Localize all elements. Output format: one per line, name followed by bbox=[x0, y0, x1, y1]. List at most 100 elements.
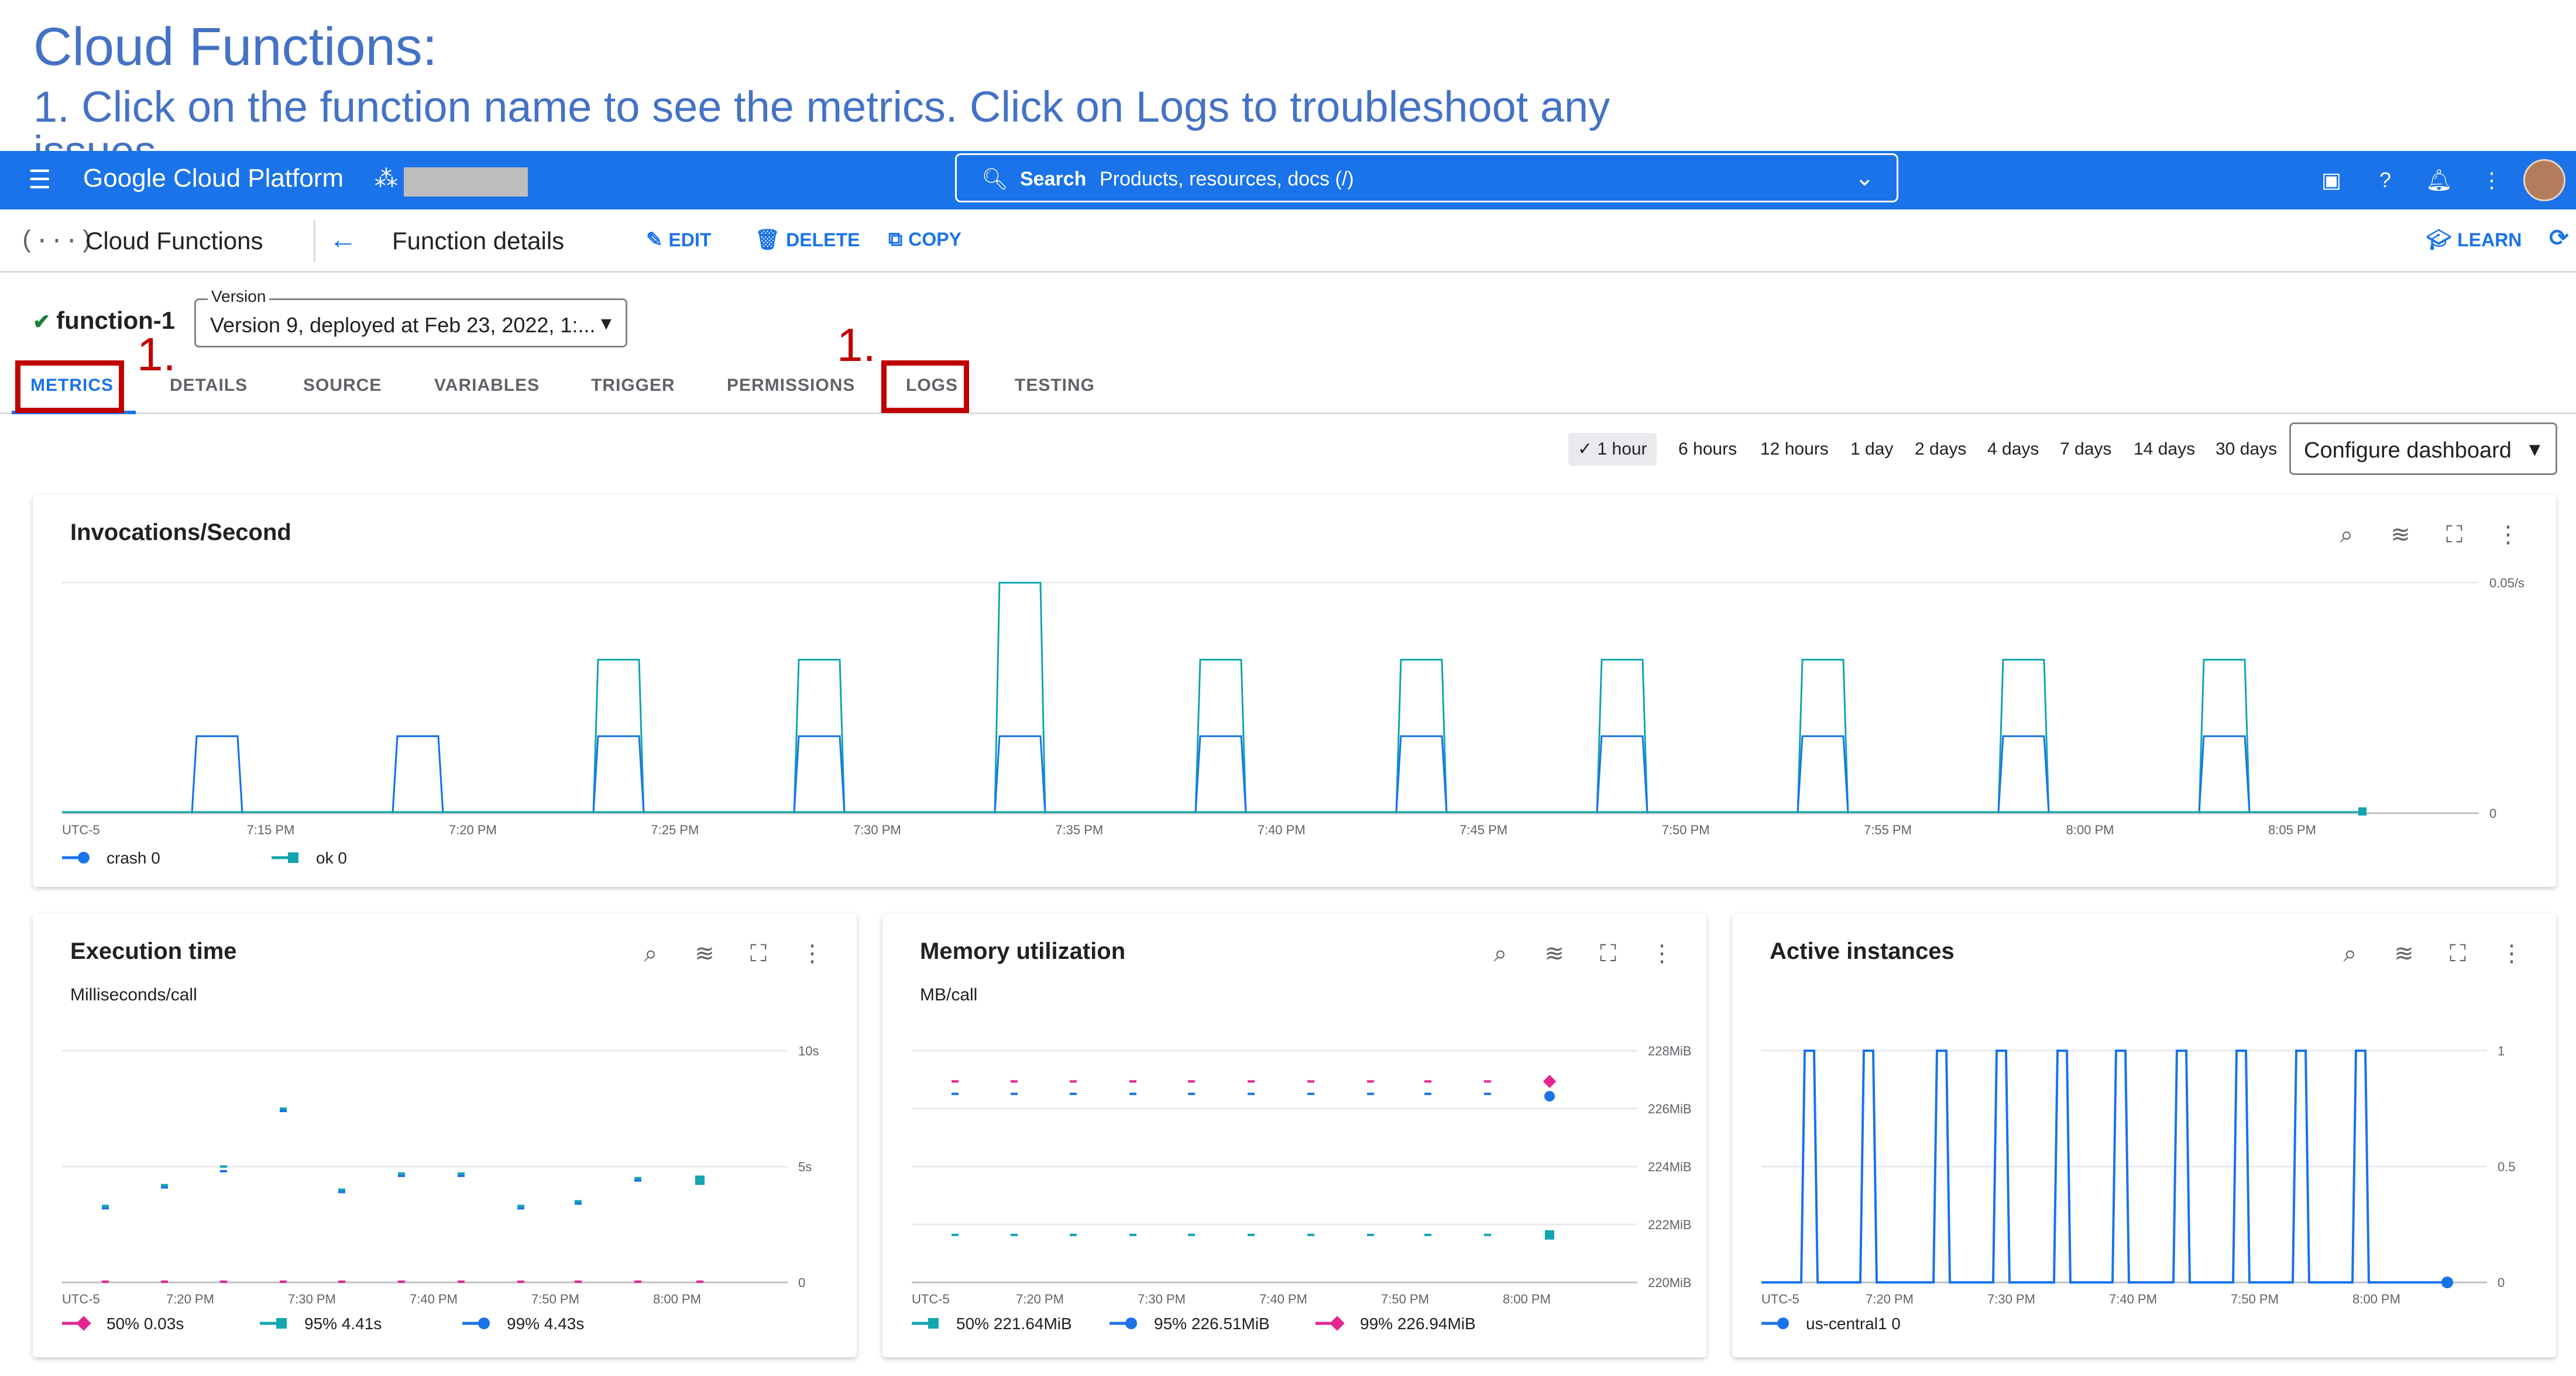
learn-label: LEARN bbox=[2457, 229, 2522, 250]
range-4-days[interactable]: 4 days bbox=[1978, 433, 2048, 466]
edit-label: EDIT bbox=[668, 229, 712, 250]
highlight-logs-box bbox=[881, 360, 969, 413]
gcp-top-bar: ☰ Google Cloud Platform ⁂ 🔍︎ Search Prod… bbox=[0, 151, 2576, 209]
crash-pulse bbox=[191, 735, 243, 814]
version-label: Version bbox=[208, 287, 270, 306]
crash-pulse bbox=[1596, 735, 1648, 814]
chart-card-invocations: Invocations/Second ⌕ ≋ ⛶ ⋮ 0.05/s 0 UTC-5 7… bbox=[33, 495, 2556, 887]
x-tick-label: 7:15 PM bbox=[246, 823, 294, 837]
slide-subtitle: 1. Click on the function name to see the… bbox=[33, 82, 1610, 131]
gcp-brand[interactable]: Google Cloud Platform bbox=[83, 164, 344, 193]
range-14-days[interactable]: 14 days bbox=[2124, 433, 2204, 466]
range-7-days[interactable]: 7 days bbox=[2051, 433, 2121, 466]
avatar[interactable] bbox=[2523, 159, 2565, 201]
x-tick-label: 7:20 PM bbox=[166, 1292, 214, 1306]
p95-point bbox=[695, 1175, 705, 1185]
legend-label: crash 0 bbox=[107, 849, 160, 867]
crash-pulse bbox=[391, 735, 444, 814]
cloud-shell-icon[interactable]: ▣ bbox=[2317, 166, 2345, 194]
x-tick-label: 7:20 PM bbox=[1866, 1292, 1914, 1306]
x-tick-label: 8:05 PM bbox=[2268, 823, 2316, 837]
project-selector-redacted[interactable] bbox=[404, 167, 528, 197]
tab-source[interactable]: SOURCE bbox=[303, 376, 382, 395]
crash-pulse bbox=[592, 735, 645, 814]
p99-point bbox=[1543, 1075, 1557, 1088]
x-tick-label: UTC-5 bbox=[912, 1292, 950, 1306]
chevron-down-icon[interactable]: ⌄ bbox=[1854, 164, 1874, 191]
chart-memory: 228MiB 226MiB 224MiB 222MiB 220MiB UTC-5 7:20 … bbox=[912, 1044, 1692, 1333]
range-1-hour[interactable]: ✓ 1 hour bbox=[1568, 433, 1657, 466]
legend-marker bbox=[1330, 1316, 1345, 1331]
annotation-metrics: 1. bbox=[137, 328, 176, 380]
range-label: 1 hour bbox=[1597, 439, 1647, 459]
y-tick-label: 0 bbox=[2489, 806, 2496, 821]
search-icon: 🔍︎ bbox=[981, 167, 1008, 191]
range-1-day[interactable]: 1 day bbox=[1841, 433, 1902, 466]
y-tick-label: 222MiB bbox=[1648, 1217, 1692, 1232]
chart-card-active-instances: Active instances ⌕ ≋ ⛶ ⋮ 1 0.5 0 UTC-5 7:20 … bbox=[1732, 914, 2556, 1357]
x-tick-label: 8:00 PM bbox=[653, 1292, 701, 1306]
configure-dashboard-select[interactable]: Configure dashboard ▾ bbox=[2289, 422, 2557, 475]
chart-invocations: 0.05/s 0 UTC-5 7:15 PM 7:20 PM 7:25 PM 7:30 PM… bbox=[62, 576, 2525, 867]
more-vert-icon[interactable]: ⋮ bbox=[2478, 166, 2506, 194]
legend-label: 50% 0.03s bbox=[107, 1315, 184, 1333]
divider bbox=[314, 220, 315, 262]
tab-permissions[interactable]: PERMISSIONS bbox=[727, 376, 855, 395]
x-tick-label: 7:45 PM bbox=[1459, 823, 1507, 837]
search-box[interactable]: 🔍︎ Search Products, resources, docs (/) … bbox=[955, 153, 1898, 202]
slide-title: Cloud Functions: bbox=[33, 17, 438, 77]
x-tick-label: 7:40 PM bbox=[1258, 823, 1306, 837]
y-tick-label: 226MiB bbox=[1648, 1102, 1692, 1116]
page-header: (···) Cloud Functions ← Function details… bbox=[0, 209, 2576, 273]
legend-label: us-central1 0 bbox=[1806, 1315, 1901, 1333]
dropdown-arrow-icon: ▾ bbox=[600, 311, 612, 335]
copy-icon: ⧉ bbox=[888, 228, 903, 250]
version-select[interactable]: Version Version 9, deployed at Feb 23, 2… bbox=[194, 287, 627, 348]
range-2-days[interactable]: 2 days bbox=[1905, 433, 1976, 466]
delete-button[interactable]: 🗑︎ DELETE bbox=[755, 228, 860, 252]
x-tick-label: 7:25 PM bbox=[651, 823, 699, 837]
y-tick-label: 0.05/s bbox=[2489, 576, 2525, 590]
tab-details[interactable]: DETAILS bbox=[170, 376, 248, 395]
chart-card-memory: Memory utilization MB/call ⌕ ≋ ⛶ ⋮ 228Mi… bbox=[882, 914, 1706, 1357]
back-arrow-icon[interactable]: ← bbox=[329, 223, 357, 256]
ok-pulse bbox=[391, 735, 444, 814]
notifications-icon[interactable]: 🔔︎ bbox=[2425, 166, 2453, 194]
help-icon[interactable]: ? bbox=[2371, 166, 2399, 194]
edit-button[interactable]: ✎ EDIT bbox=[646, 228, 711, 252]
x-tick-label: 8:00 PM bbox=[2352, 1292, 2400, 1306]
search-hint: Products, resources, docs (/) bbox=[1100, 168, 1354, 190]
tab-variables[interactable]: VARIABLES bbox=[434, 376, 540, 395]
search-label: Search bbox=[1020, 168, 1087, 190]
configure-dashboard-label: Configure dashboard bbox=[2304, 438, 2512, 463]
legend-label: 95% 4.41s bbox=[304, 1315, 382, 1333]
legend-marker bbox=[1777, 1317, 1789, 1329]
slide-subtitle-overflow: issues bbox=[33, 130, 156, 151]
crash-pulse bbox=[1997, 735, 2050, 814]
cloud-functions-icon: (···) bbox=[20, 227, 94, 255]
copy-button[interactable]: ⧉ COPY bbox=[888, 228, 961, 251]
delete-label: DELETE bbox=[786, 229, 860, 250]
tab-trigger[interactable]: TRIGGER bbox=[591, 376, 675, 395]
y-tick-label: 220MiB bbox=[1648, 1275, 1692, 1290]
refresh-icon[interactable]: ⟳ bbox=[2549, 225, 2569, 252]
product-name[interactable]: Cloud Functions bbox=[85, 227, 263, 255]
x-tick-label: 8:00 PM bbox=[1503, 1292, 1551, 1306]
tab-testing[interactable]: TESTING bbox=[1015, 376, 1095, 395]
p95-point bbox=[1544, 1091, 1555, 1102]
legend-label: ok 0 bbox=[316, 849, 347, 867]
learn-button[interactable]: 🎓︎ LEARN bbox=[2426, 228, 2522, 252]
range-30-days[interactable]: 30 days bbox=[2206, 433, 2286, 466]
x-tick-label: 7:50 PM bbox=[531, 1292, 579, 1306]
x-tick-label: 7:30 PM bbox=[1987, 1292, 2035, 1306]
project-icon[interactable]: ⁂ bbox=[375, 167, 398, 191]
instances-last-point bbox=[2441, 1277, 2453, 1288]
menu-icon[interactable]: ☰ bbox=[28, 167, 54, 193]
p50-point bbox=[1545, 1230, 1554, 1240]
range-6-hours[interactable]: 6 hours bbox=[1669, 433, 1746, 466]
x-tick-label: 7:35 PM bbox=[1055, 823, 1103, 837]
check-circle-icon: ✔ bbox=[33, 309, 51, 333]
tab-bar: METRICS DETAILS SOURCE VARIABLES TRIGGER… bbox=[0, 358, 2576, 414]
range-12-hours[interactable]: 12 hours bbox=[1751, 433, 1838, 466]
legend-marker bbox=[276, 1318, 287, 1329]
